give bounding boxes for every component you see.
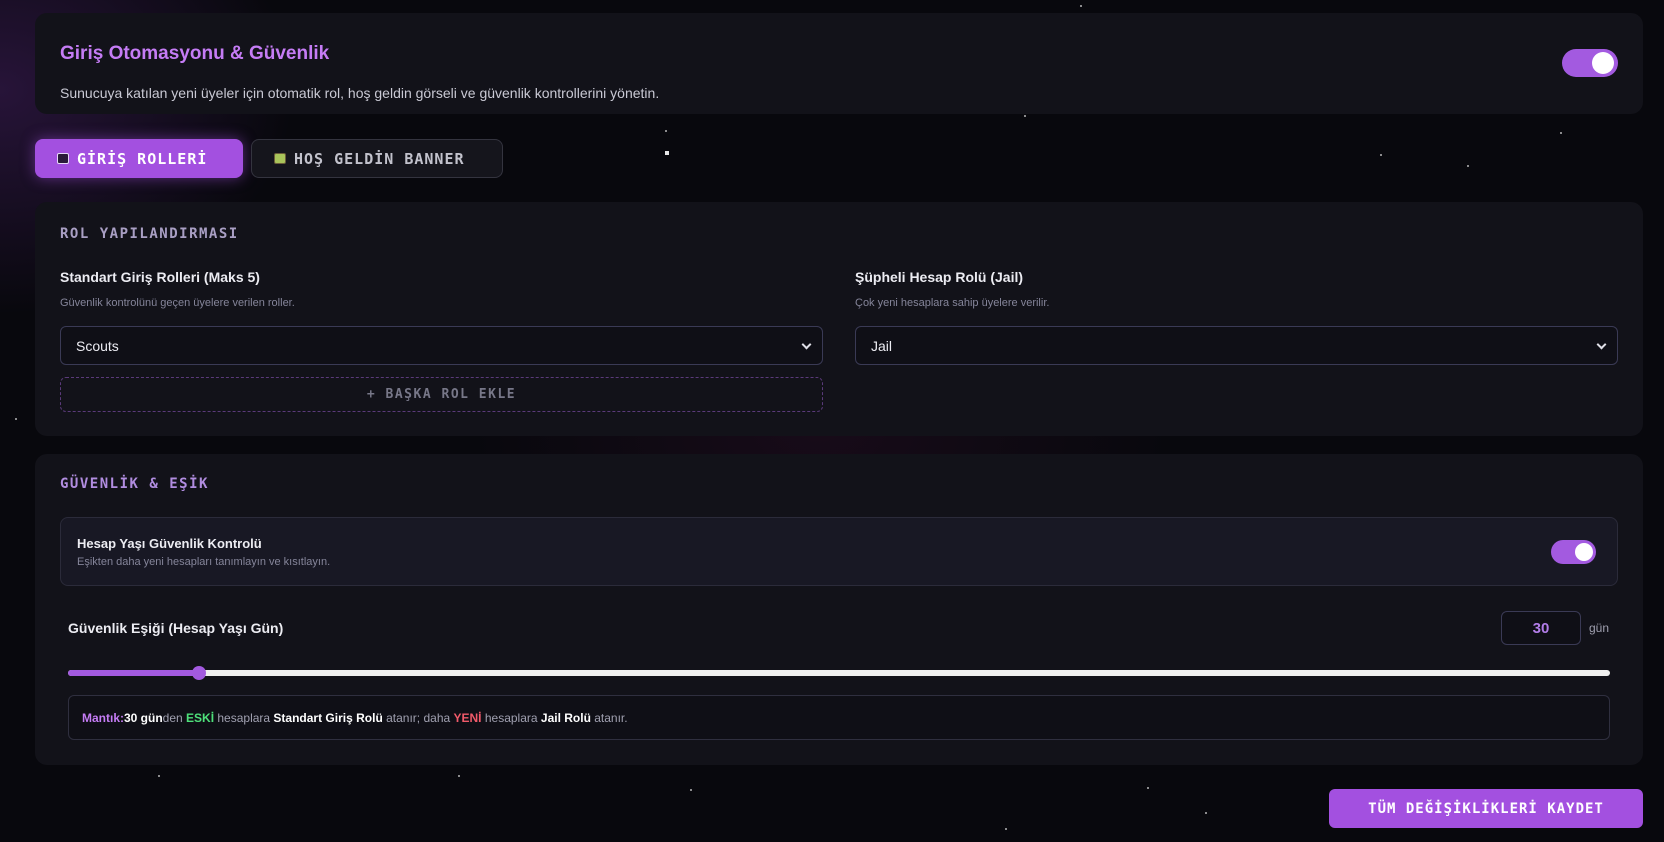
star: [158, 775, 160, 777]
select-value: Jail: [871, 337, 893, 354]
tab-label: HOŞ GELDİN BANNER: [294, 149, 465, 168]
star: [665, 151, 669, 155]
chevron-down-icon: [1596, 339, 1607, 350]
add-role-button[interactable]: + BAŞKA ROL EKLE: [60, 377, 823, 412]
feature-enable-toggle[interactable]: [1562, 49, 1618, 77]
tab-welcome-banner[interactable]: HOŞ GELDİN BANNER: [251, 139, 503, 178]
role-configuration-card: ROL YAPILANDIRMASI Standart Giriş Roller…: [35, 202, 1643, 436]
logic-old: ESKİ: [186, 710, 215, 725]
suspicious-role-label: Şüpheli Hesap Rolü (Jail): [855, 269, 1024, 285]
jail-role-select[interactable]: Jail: [855, 326, 1618, 365]
star: [1024, 115, 1026, 117]
logic-text: atanır; daha: [382, 710, 454, 725]
star: [1005, 828, 1007, 830]
page-description: Sunucuya katılan yeni üyeler için otomat…: [60, 85, 660, 101]
tab-label: GİRİŞ ROLLERİ: [77, 149, 208, 168]
logic-text: hesaplara: [214, 710, 274, 725]
age-check-title: Hesap Yaşı Güvenlik Kontrolü: [77, 536, 262, 551]
standard-role-select[interactable]: Scouts: [60, 326, 823, 365]
security-threshold-card: GÜVENLİK & EŞİK Hesap Yaşı Güvenlik Kont…: [35, 454, 1643, 765]
logic-text: atanır.: [590, 710, 628, 725]
standard-roles-help: Güvenlik kontrolünü geçen üyelere verile…: [60, 297, 295, 309]
user-icon: [57, 153, 69, 164]
threshold-label: Güvenlik Eşiği (Hesap Yaşı Gün): [68, 620, 284, 636]
star: [1080, 5, 1082, 7]
logic-explanation: Mantık: 30 gün den ESKİ hesaplara Standar…: [68, 695, 1610, 740]
logic-new: YENİ: [453, 710, 482, 725]
logic-standard-role: Standart Giriş Rolü: [273, 710, 383, 725]
star: [1205, 812, 1207, 814]
slider-fill: [68, 670, 200, 676]
page-title: Giriş Otomasyonu & Güvenlik: [60, 43, 330, 64]
star: [458, 775, 460, 777]
logic-text: hesaplara: [481, 710, 541, 725]
slider-thumb[interactable]: [192, 666, 207, 680]
section-title: GÜVENLİK & EŞİK: [60, 476, 209, 492]
star: [1467, 165, 1469, 167]
chevron-down-icon: [801, 339, 812, 350]
image-icon: [274, 153, 286, 164]
threshold-slider[interactable]: [68, 666, 1610, 680]
suspicious-role-help: Çok yeni hesaplara sahip üyelere verilir…: [855, 297, 1050, 309]
logic-days: 30 gün: [124, 710, 163, 725]
star: [1147, 787, 1149, 789]
logic-text: den: [162, 710, 187, 725]
star: [15, 418, 17, 420]
tab-entry-roles[interactable]: GİRİŞ ROLLERİ: [35, 139, 243, 178]
header-card: Giriş Otomasyonu & Güvenlik Sunucuya kat…: [35, 13, 1643, 114]
star: [690, 789, 692, 791]
star: [1560, 132, 1562, 134]
age-check-description: Eşikten daha yeni hesapları tanımlayın v…: [77, 556, 331, 568]
age-check-toggle[interactable]: [1551, 540, 1596, 564]
threshold-days-input[interactable]: 30: [1501, 611, 1581, 645]
toggle-knob: [1592, 52, 1614, 74]
section-title: ROL YAPILANDIRMASI: [60, 226, 239, 242]
logic-prefix: Mantık:: [82, 710, 124, 725]
threshold-unit: gün: [1589, 621, 1610, 635]
toggle-knob: [1575, 543, 1593, 561]
star: [665, 130, 667, 132]
star: [1380, 154, 1382, 156]
save-all-button[interactable]: TÜM DEĞİŞİKLİKLERİ KAYDET: [1329, 789, 1643, 828]
logic-jail-role: Jail Rolü: [540, 710, 591, 725]
select-value: Scouts: [76, 337, 119, 354]
standard-roles-label: Standart Giriş Rolleri (Maks 5): [60, 269, 260, 285]
account-age-check-row: Hesap Yaşı Güvenlik Kontrolü Eşikten dah…: [60, 517, 1618, 586]
